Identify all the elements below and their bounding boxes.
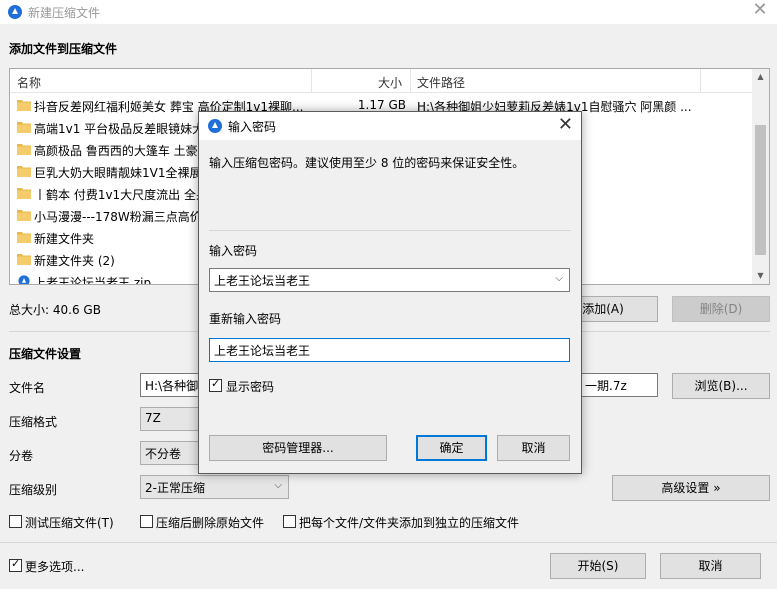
column-path[interactable]: 文件路径	[417, 74, 465, 91]
compress-window: 新建压缩文件 ✕ 添加文件到压缩文件 名称 大小 文件路径 抖音反差网红福利姬美…	[0, 0, 777, 589]
split-select[interactable]: 不分卷	[140, 441, 200, 465]
scroll-up-icon[interactable]: ▲	[752, 69, 769, 85]
delete-button[interactable]: 删除(D)	[672, 296, 770, 322]
folder-icon	[17, 210, 31, 221]
folder-icon	[17, 122, 31, 133]
dialog-description: 输入压缩包密码。建议使用至少 8 位的密码来保证安全性。	[209, 156, 525, 170]
password-input[interactable]: 上老王论坛当老王 ⌵	[209, 268, 570, 292]
password-manager-button[interactable]: 密码管理器...	[209, 435, 387, 461]
separate-archives-checkbox[interactable]	[283, 515, 296, 528]
delete-original-checkbox[interactable]	[140, 515, 153, 528]
cancel-button[interactable]: 取消	[660, 553, 761, 579]
password-value: 上老王论坛当老王	[214, 274, 311, 288]
dialog-title: 输入密码	[228, 120, 277, 134]
column-separator	[700, 69, 701, 93]
dialog-title-bar: 输入密码 ✕	[199, 112, 581, 140]
total-size: 总大小: 40.6 GB	[9, 303, 101, 317]
separate-archives-label[interactable]: 把每个文件/文件夹添加到独立的压缩文件	[299, 514, 519, 531]
app-logo-icon	[8, 5, 22, 19]
advanced-settings-button[interactable]: 高级设置 »	[612, 475, 770, 501]
folder-icon	[17, 100, 31, 111]
level-select[interactable]: 2-正常压缩 ⌵	[140, 475, 289, 499]
folder-icon	[17, 188, 31, 199]
add-section-title: 添加文件到压缩文件	[9, 42, 118, 56]
test-archive-label[interactable]: 测试压缩文件(T)	[25, 514, 114, 531]
window-title: 新建压缩文件	[28, 6, 101, 20]
zip-archive-icon	[18, 275, 30, 284]
password-label: 输入密码	[209, 244, 258, 258]
level-value: 2-正常压缩	[145, 481, 205, 495]
column-name[interactable]: 名称	[17, 74, 41, 91]
split-label: 分卷	[9, 449, 34, 463]
folder-icon	[17, 232, 31, 243]
divider	[0, 542, 777, 543]
ok-button[interactable]: 确定	[416, 435, 487, 461]
format-label: 压缩格式	[9, 415, 58, 429]
format-value: 7Z	[145, 411, 161, 425]
show-password-checkbox[interactable]	[209, 377, 222, 392]
reenter-password-label: 重新输入密码	[209, 312, 282, 326]
show-password-label[interactable]: 显示密码	[226, 378, 274, 395]
settings-title: 压缩文件设置	[9, 347, 82, 361]
folder-icon	[17, 254, 31, 265]
folder-icon	[17, 166, 31, 177]
file-size: 1.17 GB	[357, 98, 406, 112]
test-archive-checkbox[interactable]	[9, 515, 22, 528]
title-bar: 新建压缩文件 ✕	[0, 0, 777, 24]
app-logo-icon	[208, 119, 222, 133]
chevron-down-icon[interactable]: ⌵	[555, 273, 563, 284]
more-options-checkbox[interactable]	[9, 557, 22, 572]
level-label: 压缩级别	[9, 483, 58, 497]
format-select[interactable]: 7Z	[140, 407, 200, 431]
reenter-password-input[interactable]: 上老王论坛当老王	[209, 338, 570, 362]
more-options-label[interactable]: 更多选项...	[25, 558, 84, 575]
filename-value: H:\各种御	[145, 379, 199, 393]
column-size[interactable]: 大小	[378, 74, 402, 91]
column-separator	[410, 69, 411, 93]
scroll-down-icon[interactable]: ▼	[752, 268, 769, 284]
filename-suffix: 一期.7z	[585, 379, 627, 393]
list-scrollbar[interactable]: ▲ ▼	[752, 69, 769, 284]
split-value: 不分卷	[145, 447, 182, 461]
password-dialog: 输入密码 ✕ 输入压缩包密码。建议使用至少 8 位的密码来保证安全性。 输入密码…	[198, 111, 582, 474]
dialog-cancel-button[interactable]: 取消	[497, 435, 570, 461]
column-separator	[311, 69, 312, 93]
browse-button[interactable]: 浏览(B)...	[672, 373, 770, 399]
chevron-down-icon: ⌵	[274, 480, 282, 491]
scroll-thumb[interactable]	[755, 125, 766, 255]
list-header: 名称 大小 文件路径	[10, 69, 752, 93]
folder-icon	[17, 144, 31, 155]
start-button[interactable]: 开始(S)	[550, 553, 646, 579]
window-close-icon[interactable]: ✕	[749, 0, 771, 22]
reenter-password-value: 上老王论坛当老王	[214, 344, 311, 358]
delete-original-label[interactable]: 压缩后删除原始文件	[156, 514, 264, 531]
dialog-close-icon[interactable]: ✕	[558, 114, 573, 135]
filename-label: 文件名	[9, 381, 46, 395]
divider	[209, 230, 571, 231]
